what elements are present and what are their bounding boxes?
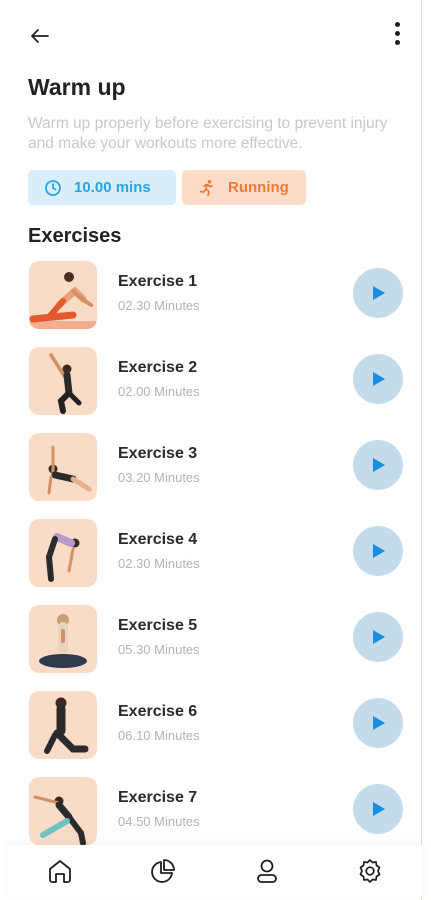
side-plank-pose-image bbox=[47, 445, 92, 495]
exercise-duration: 05.30 Minutes bbox=[118, 642, 200, 657]
more-menu-button[interactable] bbox=[391, 22, 403, 50]
more-vertical-icon bbox=[394, 22, 400, 27]
play-icon bbox=[373, 372, 385, 386]
exercise-name: Exercise 6 bbox=[118, 703, 198, 720]
exercise-name: Exercise 7 bbox=[118, 789, 198, 806]
play-icon bbox=[373, 716, 385, 730]
exercise-thumbnail bbox=[29, 777, 97, 845]
play-button[interactable] bbox=[353, 526, 403, 576]
top-bar bbox=[28, 22, 403, 50]
activity-label: Running bbox=[228, 179, 289, 196]
exercise-thumbnail bbox=[29, 261, 97, 329]
play-icon bbox=[373, 630, 385, 644]
profile-icon bbox=[256, 859, 277, 883]
bottom-navigation bbox=[8, 845, 422, 897]
exercise-thumbnail bbox=[29, 605, 97, 673]
warrior-pose-image bbox=[33, 795, 86, 845]
page-description: Warm up properly before exercising to pr… bbox=[28, 115, 388, 152]
seated-pose-image bbox=[44, 697, 89, 754]
back-button[interactable] bbox=[28, 24, 52, 48]
play-button[interactable] bbox=[353, 440, 403, 490]
forward-bend-pose-image bbox=[45, 533, 80, 582]
meditation-pose-image bbox=[39, 614, 87, 668]
play-icon bbox=[373, 802, 385, 816]
play-button[interactable] bbox=[353, 698, 403, 748]
exercise-item[interactable]: Exercise 1 02.30 Minutes bbox=[28, 261, 404, 347]
exercise-duration: 02.30 Minutes bbox=[118, 298, 200, 313]
exercise-duration: 03.20 Minutes bbox=[118, 470, 200, 485]
play-button[interactable] bbox=[353, 354, 403, 404]
activity-chip: Running bbox=[182, 170, 306, 205]
exercises-heading: Exercises bbox=[28, 225, 122, 247]
page-title: Warm up bbox=[28, 74, 126, 100]
nav-home[interactable] bbox=[36, 847, 84, 895]
nav-settings[interactable] bbox=[346, 847, 394, 895]
nav-stats[interactable] bbox=[139, 847, 187, 895]
play-icon bbox=[373, 286, 385, 300]
exercise-duration: 02.00 Minutes bbox=[118, 384, 200, 399]
home-icon bbox=[48, 860, 71, 883]
exercise-name: Exercise 5 bbox=[118, 617, 198, 634]
duration-chip: 10.00 mins bbox=[28, 170, 176, 205]
right-edge-divider bbox=[421, 0, 422, 900]
exercise-name: Exercise 4 bbox=[118, 531, 198, 548]
exercise-item[interactable]: Exercise 3 03.20 Minutes bbox=[28, 433, 404, 519]
exercise-duration: 06.10 Minutes bbox=[118, 728, 200, 743]
play-button[interactable] bbox=[353, 784, 403, 834]
lunge-pose-image bbox=[49, 353, 82, 414]
settings-icon bbox=[359, 859, 381, 883]
exercise-name: Exercise 1 bbox=[118, 273, 198, 290]
exercise-item[interactable]: Exercise 2 02.00 Minutes bbox=[28, 347, 404, 433]
stretch-pose-image bbox=[29, 272, 97, 329]
exercise-item[interactable]: Exercise 6 06.10 Minutes bbox=[28, 691, 404, 777]
exercise-duration: 02.30 Minutes bbox=[118, 556, 200, 571]
exercise-item[interactable]: Exercise 4 02.30 Minutes bbox=[28, 519, 404, 605]
play-icon bbox=[373, 458, 385, 472]
exercise-list: Exercise 1 02.30 Minutes Exercise 2 02.0… bbox=[28, 261, 404, 863]
exercise-thumbnail bbox=[29, 347, 97, 415]
pie-chart-icon bbox=[151, 859, 176, 883]
exercise-thumbnail bbox=[29, 433, 97, 501]
exercise-name: Exercise 3 bbox=[118, 445, 198, 462]
exercise-item[interactable]: Exercise 5 05.30 Minutes bbox=[28, 605, 404, 691]
exercise-thumbnail bbox=[29, 691, 97, 759]
duration-label: 10.00 mins bbox=[74, 179, 151, 196]
clock-icon bbox=[45, 179, 61, 196]
exercise-duration: 04.50 Minutes bbox=[118, 814, 200, 829]
play-icon bbox=[373, 544, 385, 558]
play-button[interactable] bbox=[353, 268, 403, 318]
running-icon bbox=[199, 179, 213, 196]
exercise-thumbnail bbox=[29, 519, 97, 587]
nav-profile[interactable] bbox=[243, 847, 291, 895]
arrow-left-icon bbox=[31, 29, 49, 43]
exercise-name: Exercise 2 bbox=[118, 359, 198, 376]
play-button[interactable] bbox=[353, 612, 403, 662]
